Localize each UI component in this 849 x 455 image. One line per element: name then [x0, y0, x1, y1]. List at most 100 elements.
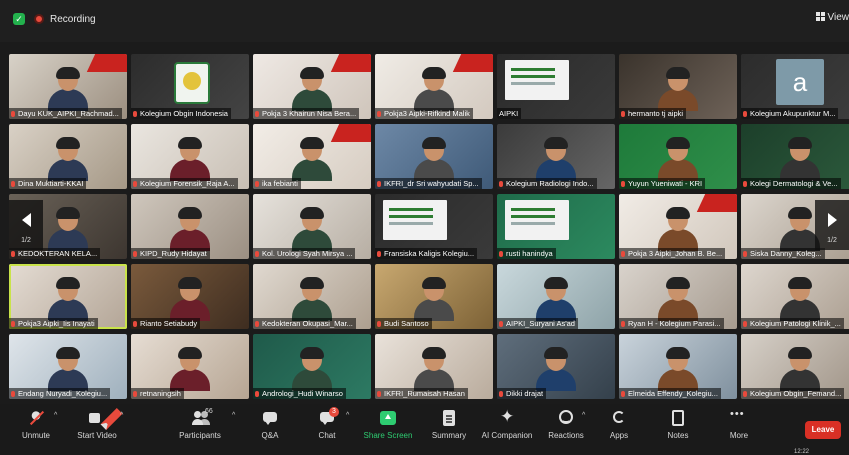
- participant-name: KIPD_Rudy Hidayat: [131, 248, 210, 259]
- reactions-button[interactable]: Reactions: [536, 410, 596, 450]
- participant-name-text: Pokja3 Aipki_Iis Inayati: [18, 319, 95, 328]
- participant-tile[interactable]: Dayu KUK_AIPKI_Rachmad...: [9, 54, 127, 119]
- participant-name: Fransiska Kaligis Kolegiu...: [375, 248, 478, 259]
- reactions-options-caret[interactable]: ^: [582, 412, 585, 419]
- participant-name: AIPKI: [497, 108, 522, 119]
- muted-mic-icon: [11, 321, 15, 327]
- muted-mic-icon: [499, 321, 503, 327]
- participant-tile[interactable]: Endang Nuryadi_Kolegiu...: [9, 334, 127, 399]
- participant-tile[interactable]: Pokja3 Aipki_Iis Inayati: [9, 264, 127, 329]
- next-page-button[interactable]: 1/2: [815, 200, 849, 250]
- participant-tile[interactable]: Elmeida Effendy_Kolegiu...: [619, 334, 737, 399]
- participant-tile[interactable]: Pokja 3 Khairun Nisa Bera...: [253, 54, 371, 119]
- muted-mic-icon: [133, 391, 137, 397]
- virtual-background-banner: [696, 194, 737, 212]
- participant-name-text: Kolegium Radiologi Indo...: [506, 179, 594, 188]
- more-button[interactable]: More: [709, 408, 769, 450]
- summary-icon: [440, 410, 458, 426]
- participant-name-text: KEDOKTERAN KELA...: [18, 249, 98, 258]
- participant-name: IKFRI_Rumaisah Hasan: [375, 388, 468, 399]
- participant-tile[interactable]: KIPD_Rudy Hidayat: [131, 194, 249, 259]
- participant-tile[interactable]: Pokja 3 Aipki_Johan B. Be...: [619, 194, 737, 259]
- previous-page-button[interactable]: 1/2: [9, 200, 43, 250]
- participant-tile[interactable]: Andrologi_Hudi Winarso: [253, 334, 371, 399]
- participant-tile[interactable]: retnaningsih: [131, 334, 249, 399]
- muted-mic-icon: [255, 111, 259, 117]
- participant-name-text: Kedokteran Okupasi_Mar...: [262, 319, 353, 328]
- participant-name-text: IKFRI_dr Sri wahyudati Sp...: [384, 179, 479, 188]
- muted-mic-icon: [377, 181, 381, 187]
- recording-label[interactable]: Recording: [50, 14, 96, 25]
- security-shield-icon[interactable]: ✓: [13, 13, 25, 25]
- muted-mic-icon: [255, 391, 259, 397]
- qa-label: Q&A: [261, 431, 279, 440]
- participant-tile[interactable]: Budi Santoso: [375, 264, 493, 329]
- participant-tile[interactable]: Pokja3 Aipki-Rifkind Malik: [375, 54, 493, 119]
- start-video-label: Start Video: [77, 431, 117, 440]
- participant-tile[interactable]: Yuyun Yueniwati - KRI: [619, 124, 737, 189]
- notes-button[interactable]: Notes: [648, 410, 708, 450]
- participant-tile[interactable]: Fransiska Kaligis Kolegiu...: [375, 194, 493, 259]
- participant-tile[interactable]: Ryan H - Kolegium Parasi...: [619, 264, 737, 329]
- participant-tile[interactable]: AIPKI: [497, 54, 615, 119]
- share-screen-button[interactable]: Share Screen: [358, 410, 418, 450]
- chat-unread-badge: 3: [329, 407, 339, 417]
- participant-tile[interactable]: Kolegium Forensik_Raja A...: [131, 124, 249, 189]
- participant-tile[interactable]: Kolegi Dermatologi & Ve...: [741, 124, 849, 189]
- muted-mic-icon: [621, 251, 625, 257]
- view-label: View: [827, 12, 849, 23]
- muted-mic-icon: [255, 251, 259, 257]
- participant-name-text: rusti hanindya: [506, 249, 553, 258]
- participant-tile[interactable]: Kolegium Patologi Klinik_...: [741, 264, 849, 329]
- participant-tile[interactable]: hermanto tj aipki: [619, 54, 737, 119]
- participant-name: retnaningsih: [131, 388, 184, 399]
- participant-video: [289, 137, 335, 181]
- chat-options-caret[interactable]: ^: [346, 412, 349, 419]
- participant-name: Endang Nuryadi_Kolegiu...: [9, 388, 111, 399]
- participant-tile[interactable]: Dikki drajat: [497, 334, 615, 399]
- muted-mic-icon: [621, 391, 625, 397]
- muted-mic-icon: [621, 111, 625, 117]
- muted-mic-icon: [499, 181, 503, 187]
- participant-tile[interactable]: Kolegium Radiologi Indo...: [497, 124, 615, 189]
- ai-companion-icon: [498, 407, 516, 427]
- participant-video: [533, 277, 579, 321]
- video-options-caret[interactable]: ^: [120, 412, 123, 419]
- participant-tile[interactable]: Kedokteran Okupasi_Mar...: [253, 264, 371, 329]
- video-off-icon: [88, 410, 106, 426]
- page-indicator-right: 1/2: [827, 237, 837, 244]
- ai-companion-label: AI Companion: [481, 431, 533, 440]
- apps-button[interactable]: Apps: [589, 410, 649, 450]
- participants-options-caret[interactable]: ^: [232, 412, 235, 419]
- participant-name: Kolegium Radiologi Indo...: [497, 178, 597, 189]
- participant-tile[interactable]: rusti hanindya: [497, 194, 615, 259]
- virtual-background-banner: [330, 54, 371, 72]
- view-button[interactable]: View: [815, 12, 849, 23]
- participant-tile[interactable]: IKFRI_Rumaisah Hasan: [375, 334, 493, 399]
- participants-button[interactable]: 66 Participants: [170, 408, 230, 450]
- grid-view-icon: [815, 12, 825, 21]
- participant-tile[interactable]: Dina Muktiarti-KKAI: [9, 124, 127, 189]
- participant-name-text: hermanto tj aipki: [628, 109, 684, 118]
- start-video-button[interactable]: Start Video: [67, 410, 127, 450]
- participant-tile[interactable]: ika febianti: [253, 124, 371, 189]
- more-icon: [730, 408, 748, 426]
- participant-tile[interactable]: Rianto Setiabudy: [131, 264, 249, 329]
- participant-video: [411, 137, 457, 181]
- participant-video: [655, 347, 701, 391]
- participant-tile[interactable]: Kolegium Obgin Indonesia: [131, 54, 249, 119]
- summary-button[interactable]: Summary: [419, 410, 479, 450]
- participant-tile[interactable]: IKFRI_dr Sri wahyudati Sp...: [375, 124, 493, 189]
- participant-tile[interactable]: a Kolegium Akupunktur M...: [741, 54, 849, 119]
- qa-button[interactable]: Q&A: [240, 410, 300, 450]
- participant-tile[interactable]: AIPKI_Suryani As'ad: [497, 264, 615, 329]
- leave-button[interactable]: Leave: [805, 421, 841, 439]
- ai-companion-button[interactable]: AI Companion: [477, 407, 537, 450]
- participant-name-text: Kolegium Forensik_Raja A...: [140, 179, 235, 188]
- participant-tile[interactable]: Kolegium Obgin_Femand...: [741, 334, 849, 399]
- participant-video: [533, 137, 579, 181]
- participant-tile[interactable]: Kol. Urologi Syah Mirsya ...: [253, 194, 371, 259]
- participant-name-text: Pokja 3 Aipki_Johan B. Be...: [628, 249, 723, 258]
- audio-options-caret[interactable]: ^: [54, 412, 57, 419]
- share-screen-icon: [379, 410, 397, 426]
